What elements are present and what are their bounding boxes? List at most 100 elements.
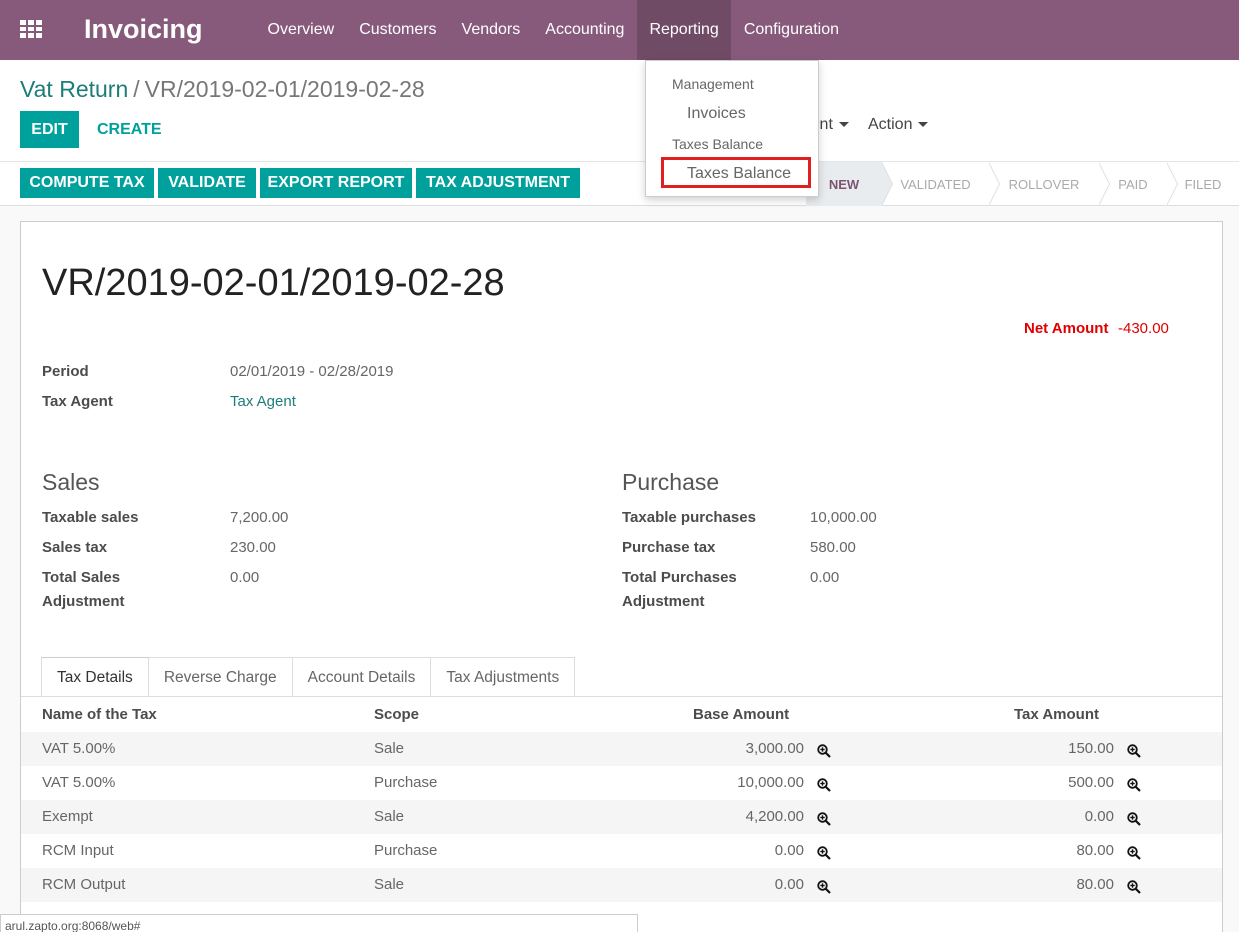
export-report-button[interactable]: EXPORT REPORT — [260, 168, 412, 198]
tax-adjustment-button[interactable]: TAX ADJUSTMENT — [416, 168, 580, 198]
cell-base-amount: 3,000.00 — [745, 740, 804, 757]
tab-tax-details[interactable]: Tax Details — [41, 657, 149, 697]
highlight-box — [661, 157, 811, 188]
total-purchases-adjustment-label-line2: Adjustment — [622, 593, 705, 610]
tab-tax-adjustments[interactable]: Tax Adjustments — [431, 657, 576, 697]
validate-button[interactable]: VALIDATE — [158, 168, 256, 198]
column-header-name[interactable]: Name of the Tax — [42, 706, 157, 723]
column-header-tax-amount[interactable]: Tax Amount — [1014, 706, 1099, 723]
print-dropdown[interactable]: int — [816, 116, 849, 134]
menu-accounting[interactable]: Accounting — [533, 0, 637, 60]
cell-scope: Sale — [374, 808, 405, 825]
apps-grid-icon[interactable] — [20, 20, 42, 39]
cell-base-amount: 4,200.00 — [745, 808, 804, 825]
menu-configuration[interactable]: Configuration — [731, 0, 851, 60]
taxable-purchases-label: Taxable purchases — [622, 509, 756, 526]
cell-tax-name: RCM Input — [42, 842, 114, 859]
purchase-tax-label: Purchase tax — [622, 539, 716, 556]
zoom-in-icon[interactable] — [1127, 812, 1141, 826]
zoom-in-icon[interactable] — [817, 880, 831, 894]
dropdown-header-taxes-balance: Taxes Balance — [672, 136, 764, 152]
table-row[interactable]: RCM Input Purchase 0.00 80.00 — [21, 834, 1222, 868]
reporting-dropdown-menu: Management Invoices Taxes Balance Taxes … — [645, 60, 819, 197]
stage-new-label: NEW — [828, 176, 860, 192]
total-sales-adjustment-label-line2: Adjustment — [42, 593, 125, 610]
menu-overview[interactable]: Overview — [255, 0, 347, 60]
tax-agent-link[interactable]: Tax Agent — [230, 390, 296, 414]
action-dropdown-label: Action — [868, 116, 913, 133]
sales-group-title: Sales — [42, 469, 100, 495]
top-navbar: Invoicing Overview Customers Vendors Acc… — [0, 0, 1239, 60]
stage-filed-label: FILED — [1184, 176, 1222, 192]
compute-tax-button[interactable]: COMPUTE TAX — [20, 168, 154, 198]
status-stages: NEW VALIDATED ROLLOVER PAID FILED — [806, 162, 1239, 206]
stage-arrow — [881, 162, 893, 206]
notebook-tabs: Tax Details Reverse Charge Account Detai… — [41, 657, 576, 697]
total-sales-adjustment-label-line1: Total Sales — [42, 569, 121, 586]
caret-down-icon — [838, 122, 849, 128]
purchase-tax-value: 580.00 — [810, 539, 856, 556]
record-title: VR/2019-02-01/2019-02-28 — [42, 262, 505, 304]
breadcrumb-separator: / — [133, 76, 140, 102]
cell-scope: Sale — [374, 740, 405, 757]
purchase-group-title: Purchase — [622, 469, 720, 495]
breadcrumb-current: VR/2019-02-01/2019-02-28 — [144, 76, 425, 102]
stage-arrow — [988, 162, 1000, 206]
table-row[interactable]: RCM Output Sale 0.00 80.00 — [21, 868, 1222, 902]
total-sales-adjustment-value: 0.00 — [230, 569, 260, 586]
tab-reverse-charge[interactable]: Reverse Charge — [148, 657, 293, 697]
total-purchases-adjustment-label-line1: Total Purchases — [622, 569, 737, 586]
cell-tax-amount: 80.00 — [1076, 842, 1114, 859]
taxable-sales-label: Taxable sales — [42, 509, 139, 526]
cell-base-amount: 0.00 — [774, 876, 804, 893]
status-url-bar: arul.zapto.org:8068/web# — [0, 914, 638, 932]
cell-tax-name: Exempt — [42, 808, 93, 825]
cell-scope: Purchase — [374, 774, 438, 791]
menu-customers[interactable]: Customers — [347, 0, 449, 60]
cell-base-amount: 10,000.00 — [737, 774, 804, 791]
zoom-in-icon[interactable] — [817, 744, 831, 758]
stage-arrow — [1166, 162, 1178, 206]
taxable-sales-value: 7,200.00 — [230, 509, 289, 526]
zoom-in-icon[interactable] — [1127, 778, 1141, 792]
table-row[interactable]: VAT 5.00% Purchase 10,000.00 500.00 — [21, 766, 1222, 800]
action-dropdown[interactable]: Action — [868, 116, 929, 134]
zoom-in-icon[interactable] — [1127, 880, 1141, 894]
stage-rollover-label: ROLLOVER — [1008, 176, 1080, 192]
sales-tax-value: 230.00 — [230, 539, 276, 556]
breadcrumb-parent-link[interactable]: Vat Return — [20, 76, 128, 102]
zoom-in-icon[interactable] — [1127, 744, 1141, 758]
table-row[interactable]: VAT 5.00% Sale 3,000.00 150.00 — [21, 732, 1222, 766]
period-label: Period — [42, 363, 89, 380]
table-row[interactable]: Exempt Sale 4,200.00 0.00 — [21, 800, 1222, 834]
stage-validated[interactable]: VALIDATED — [882, 162, 1000, 206]
cell-tax-name: RCM Output — [42, 876, 126, 893]
taxable-purchases-value: 10,000.00 — [810, 509, 877, 526]
zoom-in-icon[interactable] — [817, 846, 831, 860]
net-amount-value: -430.00 — [1118, 320, 1169, 337]
zoom-in-icon[interactable] — [1127, 846, 1141, 860]
menu-vendors[interactable]: Vendors — [449, 0, 533, 60]
sales-tax-label: Sales tax — [42, 539, 108, 556]
menu-reporting[interactable]: Reporting — [636, 0, 732, 60]
dropdown-header-management: Management — [672, 76, 754, 92]
caret-down-icon — [918, 122, 929, 128]
cell-tax-amount: 80.00 — [1076, 876, 1114, 893]
form-sheet: VR/2019-02-01/2019-02-28 Net Amount -430… — [20, 221, 1223, 932]
column-header-base-amount[interactable]: Base Amount — [693, 706, 789, 723]
zoom-in-icon[interactable] — [817, 778, 831, 792]
zoom-in-icon[interactable] — [817, 812, 831, 826]
cell-tax-name: VAT 5.00% — [42, 774, 116, 791]
cell-tax-name: VAT 5.00% — [42, 740, 116, 757]
total-purchases-adjustment-value: 0.00 — [810, 569, 840, 586]
tab-account-details[interactable]: Account Details — [292, 657, 432, 697]
column-header-scope[interactable]: Scope — [374, 706, 419, 723]
stage-paid-label: PAID — [1118, 176, 1148, 192]
cell-tax-amount: 500.00 — [1068, 774, 1114, 791]
cell-tax-amount: 150.00 — [1068, 740, 1114, 757]
edit-button[interactable]: EDIT — [20, 111, 79, 148]
stage-rollover[interactable]: ROLLOVER — [989, 162, 1110, 206]
dropdown-item-invoices[interactable]: Invoices — [687, 105, 746, 123]
create-button[interactable]: CREATE — [86, 111, 173, 148]
app-brand: Invoicing — [84, 14, 203, 44]
